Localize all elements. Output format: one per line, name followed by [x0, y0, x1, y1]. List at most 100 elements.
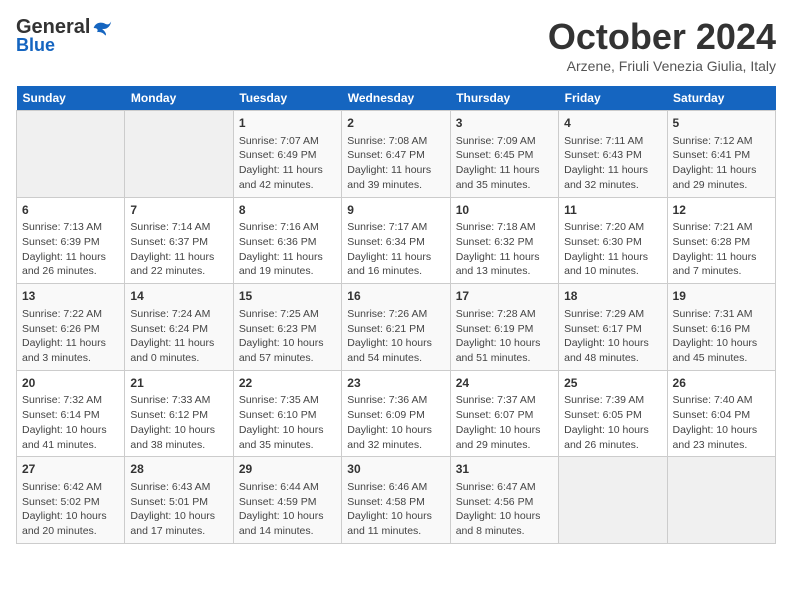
calendar-row-4: 27 Sunrise: 6:42 AM Sunset: 5:02 PM Dayli…	[17, 457, 776, 544]
calendar-cell: 13 Sunrise: 7:22 AM Sunset: 6:26 PM Dayli…	[17, 284, 125, 371]
day-number: 23	[347, 375, 444, 392]
day-number: 25	[564, 375, 661, 392]
calendar-cell: 9Sunrise: 7:17 AM Sunset: 6:34 PM Daylig…	[342, 197, 450, 284]
day-number: 6	[22, 202, 119, 219]
title-block: October 2024 Arzene, Friuli Venezia Giul…	[548, 16, 776, 74]
day-number: 10	[456, 202, 553, 219]
day-content: Sunrise: 7:37 AM Sunset: 6:07 PM Dayligh…	[456, 393, 553, 452]
day-number: 22	[239, 375, 336, 392]
day-content: Sunrise: 7:17 AM Sunset: 6:34 PM Dayligh…	[347, 220, 444, 279]
calendar-cell: 15 Sunrise: 7:25 AM Sunset: 6:23 PM Dayli…	[233, 284, 341, 371]
day-number: 3	[456, 115, 553, 132]
calendar-row-2: 13 Sunrise: 7:22 AM Sunset: 6:26 PM Dayli…	[17, 284, 776, 371]
calendar-cell	[559, 457, 667, 544]
day-number: 21	[130, 375, 227, 392]
day-number: 24	[456, 375, 553, 392]
day-content: Sunrise: 7:13 AM Sunset: 6:39 PM Dayligh…	[22, 220, 119, 279]
location: Arzene, Friuli Venezia Giulia, Italy	[548, 58, 776, 74]
day-content: Sunrise: 6:44 AM Sunset: 4:59 PM Dayligh…	[239, 480, 336, 539]
day-content: Sunrise: 6:46 AM Sunset: 4:58 PM Dayligh…	[347, 480, 444, 539]
day-content: Sunrise: 7:20 AM Sunset: 6:30 PM Dayligh…	[564, 220, 661, 279]
calendar-cell: 14 Sunrise: 7:24 AM Sunset: 6:24 PM Dayli…	[125, 284, 233, 371]
header-saturday: Saturday	[667, 86, 775, 111]
calendar-cell: 16Sunrise: 7:26 AM Sunset: 6:21 PM Dayli…	[342, 284, 450, 371]
calendar-cell: 31Sunrise: 6:47 AM Sunset: 4:56 PM Dayli…	[450, 457, 558, 544]
day-number: 8	[239, 202, 336, 219]
calendar-cell: 25Sunrise: 7:39 AM Sunset: 6:05 PM Dayli…	[559, 370, 667, 457]
header-thursday: Thursday	[450, 86, 558, 111]
calendar-row-1: 6Sunrise: 7:13 AM Sunset: 6:39 PM Daylig…	[17, 197, 776, 284]
day-content: Sunrise: 7:07 AM Sunset: 6:49 PM Dayligh…	[239, 134, 336, 193]
day-content: Sunrise: 7:12 AM Sunset: 6:41 PM Dayligh…	[673, 134, 770, 193]
day-content: Sunrise: 7:26 AM Sunset: 6:21 PM Dayligh…	[347, 307, 444, 366]
logo-blue-text: Blue	[16, 35, 55, 56]
day-content: Sunrise: 7:28 AM Sunset: 6:19 PM Dayligh…	[456, 307, 553, 366]
day-number: 9	[347, 202, 444, 219]
calendar-cell	[667, 457, 775, 544]
logo: General Blue	[16, 16, 112, 56]
calendar-cell: 1 Sunrise: 7:07 AM Sunset: 6:49 PM Daylig…	[233, 111, 341, 198]
day-content: Sunrise: 6:42 AM Sunset: 5:02 PM Dayligh…	[22, 480, 119, 539]
day-number: 7	[130, 202, 227, 219]
day-number: 17	[456, 288, 553, 305]
calendar-cell: 8Sunrise: 7:16 AM Sunset: 6:36 PM Daylig…	[233, 197, 341, 284]
day-content: Sunrise: 6:47 AM Sunset: 4:56 PM Dayligh…	[456, 480, 553, 539]
calendar-cell	[17, 111, 125, 198]
header-friday: Friday	[559, 86, 667, 111]
calendar-header-row: SundayMondayTuesdayWednesdayThursdayFrid…	[17, 86, 776, 111]
day-content: Sunrise: 7:24 AM Sunset: 6:24 PM Dayligh…	[130, 307, 227, 366]
calendar-cell: 28 Sunrise: 6:43 AM Sunset: 5:01 PM Dayli…	[125, 457, 233, 544]
page-header: General Blue October 2024 Arzene, Friuli…	[16, 16, 776, 74]
day-content: Sunrise: 7:14 AM Sunset: 6:37 PM Dayligh…	[130, 220, 227, 279]
header-monday: Monday	[125, 86, 233, 111]
day-number: 27	[22, 461, 119, 478]
header-wednesday: Wednesday	[342, 86, 450, 111]
day-content: Sunrise: 7:40 AM Sunset: 6:04 PM Dayligh…	[673, 393, 770, 452]
day-content: Sunrise: 7:08 AM Sunset: 6:47 PM Dayligh…	[347, 134, 444, 193]
calendar-row-3: 20Sunrise: 7:32 AM Sunset: 6:14 PM Dayli…	[17, 370, 776, 457]
day-number: 19	[673, 288, 770, 305]
calendar-cell: 5Sunrise: 7:12 AM Sunset: 6:41 PM Daylig…	[667, 111, 775, 198]
calendar-cell: 23Sunrise: 7:36 AM Sunset: 6:09 PM Dayli…	[342, 370, 450, 457]
calendar-table: SundayMondayTuesdayWednesdayThursdayFrid…	[16, 86, 776, 544]
day-number: 26	[673, 375, 770, 392]
calendar-cell: 6Sunrise: 7:13 AM Sunset: 6:39 PM Daylig…	[17, 197, 125, 284]
day-number: 14	[130, 288, 227, 305]
day-content: Sunrise: 7:39 AM Sunset: 6:05 PM Dayligh…	[564, 393, 661, 452]
day-number: 15	[239, 288, 336, 305]
day-number: 20	[22, 375, 119, 392]
day-number: 11	[564, 202, 661, 219]
header-tuesday: Tuesday	[233, 86, 341, 111]
day-content: Sunrise: 6:43 AM Sunset: 5:01 PM Dayligh…	[130, 480, 227, 539]
day-number: 12	[673, 202, 770, 219]
day-number: 1	[239, 115, 336, 132]
calendar-cell: 26Sunrise: 7:40 AM Sunset: 6:04 PM Dayli…	[667, 370, 775, 457]
day-content: Sunrise: 7:22 AM Sunset: 6:26 PM Dayligh…	[22, 307, 119, 366]
day-number: 2	[347, 115, 444, 132]
calendar-cell: 18 Sunrise: 7:29 AM Sunset: 6:17 PM Dayli…	[559, 284, 667, 371]
calendar-cell: 2 Sunrise: 7:08 AM Sunset: 6:47 PM Daylig…	[342, 111, 450, 198]
calendar-cell: 17 Sunrise: 7:28 AM Sunset: 6:19 PM Dayli…	[450, 284, 558, 371]
calendar-cell: 20Sunrise: 7:32 AM Sunset: 6:14 PM Dayli…	[17, 370, 125, 457]
calendar-cell: 10Sunrise: 7:18 AM Sunset: 6:32 PM Dayli…	[450, 197, 558, 284]
calendar-cell: 12Sunrise: 7:21 AM Sunset: 6:28 PM Dayli…	[667, 197, 775, 284]
calendar-cell: 19Sunrise: 7:31 AM Sunset: 6:16 PM Dayli…	[667, 284, 775, 371]
day-content: Sunrise: 7:21 AM Sunset: 6:28 PM Dayligh…	[673, 220, 770, 279]
calendar-cell: 29Sunrise: 6:44 AM Sunset: 4:59 PM Dayli…	[233, 457, 341, 544]
calendar-cell: 21Sunrise: 7:33 AM Sunset: 6:12 PM Dayli…	[125, 370, 233, 457]
calendar-cell: 22Sunrise: 7:35 AM Sunset: 6:10 PM Dayli…	[233, 370, 341, 457]
day-content: Sunrise: 7:36 AM Sunset: 6:09 PM Dayligh…	[347, 393, 444, 452]
day-content: Sunrise: 7:33 AM Sunset: 6:12 PM Dayligh…	[130, 393, 227, 452]
day-number: 18	[564, 288, 661, 305]
day-number: 4	[564, 115, 661, 132]
day-number: 13	[22, 288, 119, 305]
day-content: Sunrise: 7:25 AM Sunset: 6:23 PM Dayligh…	[239, 307, 336, 366]
day-content: Sunrise: 7:11 AM Sunset: 6:43 PM Dayligh…	[564, 134, 661, 193]
day-number: 28	[130, 461, 227, 478]
calendar-cell: 3Sunrise: 7:09 AM Sunset: 6:45 PM Daylig…	[450, 111, 558, 198]
calendar-cell: 27 Sunrise: 6:42 AM Sunset: 5:02 PM Dayli…	[17, 457, 125, 544]
calendar-cell	[125, 111, 233, 198]
day-content: Sunrise: 7:18 AM Sunset: 6:32 PM Dayligh…	[456, 220, 553, 279]
calendar-cell: 4 Sunrise: 7:11 AM Sunset: 6:43 PM Daylig…	[559, 111, 667, 198]
day-content: Sunrise: 7:29 AM Sunset: 6:17 PM Dayligh…	[564, 307, 661, 366]
